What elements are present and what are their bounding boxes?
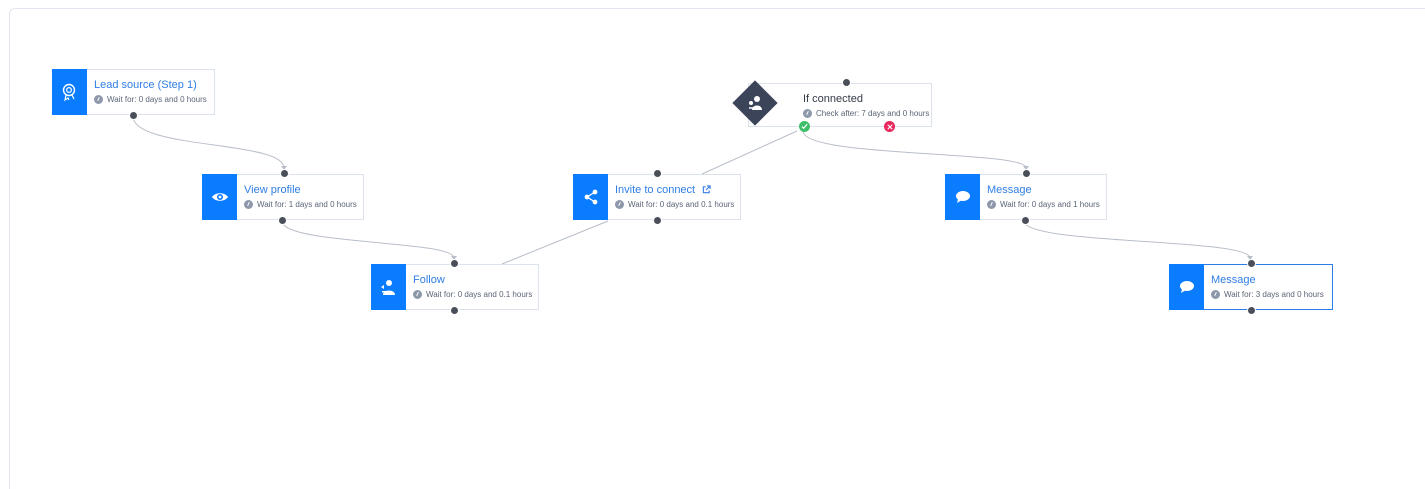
- condition-title: If connected: [803, 93, 863, 105]
- condition-check-text: Check after: 7 days and 0 hours: [816, 109, 930, 118]
- no-branch-icon[interactable]: [884, 121, 895, 132]
- output-port[interactable]: [450, 306, 459, 315]
- step-view-profile[interactable]: View profile Wait for: 1 days and 0 hour…: [202, 169, 364, 225]
- connected-icon: [749, 96, 762, 110]
- edge-follow-to-invite: [501, 220, 609, 265]
- edge-view-to-follow: [281, 220, 455, 259]
- step-wait: Wait for: 0 days and 0.1 hours: [413, 290, 532, 299]
- eye-icon: [202, 174, 237, 220]
- chat-bubble-icon: [1169, 264, 1204, 310]
- clock-icon: [94, 95, 103, 104]
- step-wait-text: Wait for: 0 days and 1 hours: [1000, 200, 1100, 209]
- output-port[interactable]: [1247, 306, 1256, 315]
- step-wait-text: Wait for: 3 days and 0 hours: [1224, 290, 1324, 299]
- chat-bubble-icon: [945, 174, 980, 220]
- step-title: View profile: [244, 184, 301, 196]
- step-message-1[interactable]: Message Wait for: 0 days and 1 hours: [945, 169, 1107, 225]
- step-title: Message: [987, 184, 1032, 196]
- clock-icon: [1211, 290, 1220, 299]
- input-port[interactable]: [280, 169, 289, 178]
- input-port[interactable]: [450, 259, 459, 268]
- output-port[interactable]: [278, 216, 287, 225]
- step-title-text: Invite to connect: [615, 184, 696, 196]
- clock-icon: [244, 200, 253, 209]
- step-title: Follow: [413, 274, 445, 286]
- step-wait: Wait for: 0 days and 1 hours: [987, 200, 1100, 209]
- step-wait-text: Wait for: 0 days and 0.1 hours: [628, 200, 735, 209]
- output-port[interactable]: [129, 111, 138, 120]
- step-wait-text: Wait for: 0 days and 0.1 hours: [426, 290, 533, 299]
- follow-icon: [371, 264, 406, 310]
- step-wait-text: Wait for: 0 days and 0 hours: [107, 95, 207, 104]
- step-lead-source[interactable]: Lead source (Step 1) Wait for: 0 days an…: [52, 69, 215, 120]
- input-port[interactable]: [653, 169, 662, 178]
- output-port[interactable]: [653, 216, 662, 225]
- step-title: Invite to connect: [615, 184, 711, 196]
- condition-check: Check after: 7 days and 0 hours: [803, 109, 929, 118]
- edge-message1-to-message2: [1023, 220, 1251, 259]
- clock-icon: [803, 109, 812, 118]
- edge-invite-to-if: [701, 130, 798, 175]
- condition-if-connected[interactable]: If connected Check after: 7 days and 0 h…: [732, 78, 932, 132]
- badge-icon: [52, 69, 87, 115]
- edge-lead-to-view: [132, 115, 285, 169]
- input-port[interactable]: [1022, 169, 1031, 178]
- input-port[interactable]: [1247, 259, 1256, 268]
- clock-icon: [987, 200, 996, 209]
- clock-icon: [413, 290, 422, 299]
- step-invite-to-connect[interactable]: Invite to connect Wait for: 0 days and 0…: [573, 169, 741, 225]
- step-title: Message: [1211, 274, 1256, 286]
- share-icon: [573, 174, 608, 220]
- step-wait: Wait for: 0 days and 0.1 hours: [615, 200, 734, 209]
- step-follow[interactable]: Follow Wait for: 0 days and 0.1 hours: [371, 259, 539, 315]
- step-wait: Wait for: 1 days and 0 hours: [244, 200, 357, 209]
- step-wait: Wait for: 3 days and 0 hours: [1211, 290, 1324, 299]
- input-port[interactable]: [842, 78, 851, 87]
- output-port[interactable]: [1021, 216, 1030, 225]
- clock-icon: [615, 200, 624, 209]
- step-title: Lead source (Step 1): [94, 79, 197, 91]
- step-message-2[interactable]: Message Wait for: 3 days and 0 hours: [1169, 259, 1333, 315]
- yes-branch-icon[interactable]: [799, 121, 810, 132]
- step-wait: Wait for: 0 days and 0 hours: [94, 95, 207, 104]
- external-link-icon[interactable]: [702, 185, 711, 194]
- edge-if-to-message1: [802, 130, 1027, 169]
- step-wait-text: Wait for: 1 days and 0 hours: [257, 200, 357, 209]
